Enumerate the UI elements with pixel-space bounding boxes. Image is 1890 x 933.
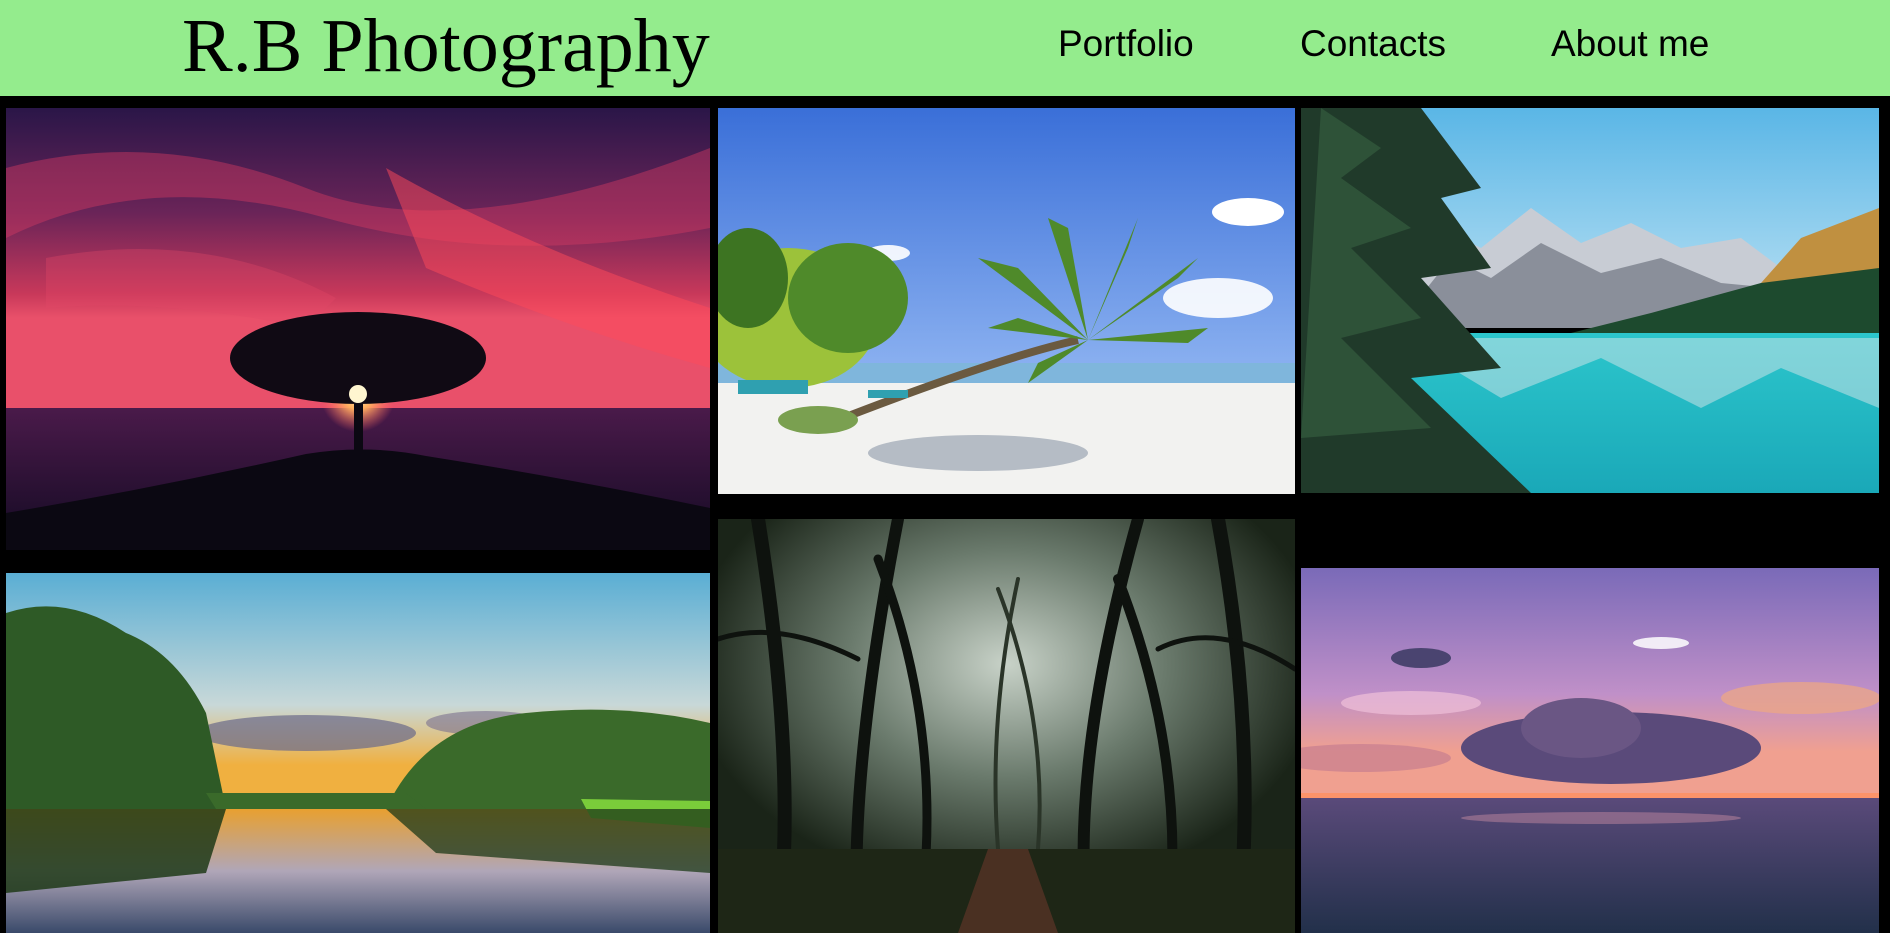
gallery-photo-mountain-lake[interactable] (1301, 108, 1879, 493)
tropical-beach-image (718, 108, 1295, 494)
nav-link-portfolio[interactable]: Portfolio (1058, 22, 1194, 66)
nav-link-about-me[interactable]: About me (1551, 22, 1709, 66)
mountain-lake-image (1301, 108, 1879, 493)
misty-forest-image (718, 519, 1295, 933)
gallery-photo-tropical-beach[interactable] (718, 108, 1295, 494)
gallery-photo-ocean-sunset-clouds[interactable] (1301, 568, 1879, 933)
gallery-photo-tree-sunset[interactable] (6, 108, 710, 550)
tree-sunset-image (6, 108, 710, 550)
site-brand-title[interactable]: R.B Photography (182, 4, 710, 88)
nav-link-contacts[interactable]: Contacts (1300, 22, 1446, 66)
ocean-sunset-clouds-image (1301, 568, 1879, 933)
site-header: R.B Photography Portfolio Contacts About… (0, 0, 1890, 96)
gallery-photo-misty-forest[interactable] (718, 519, 1295, 933)
gallery-photo-jungle-river-sunset[interactable] (6, 573, 710, 933)
jungle-river-sunset-image (6, 573, 710, 933)
